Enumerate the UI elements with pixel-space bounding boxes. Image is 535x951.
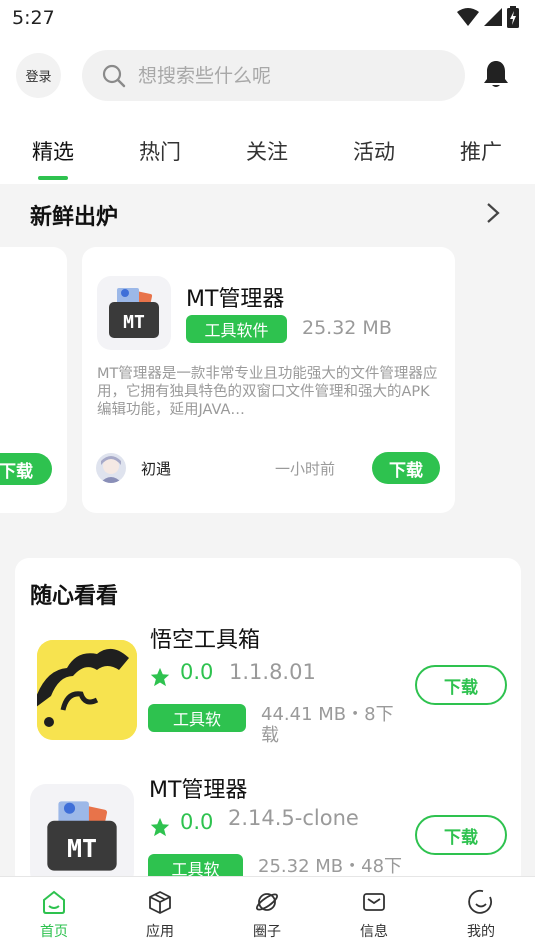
app-name[interactable]: MT管理器	[149, 772, 247, 804]
login-button[interactable]: 登录	[16, 53, 61, 98]
author-name[interactable]: 初遇	[141, 458, 171, 479]
mt-logo-icon: MT	[109, 288, 159, 338]
app-size: 44.41 MB・8下	[261, 704, 394, 725]
tab-following[interactable]: 关注	[246, 136, 288, 166]
active-tab-indicator	[38, 176, 68, 180]
tab-featured[interactable]: 精选	[32, 136, 74, 166]
app-version: 1.1.8.01	[229, 660, 316, 684]
nav-label: 应用	[146, 924, 174, 940]
nav-profile[interactable]: 我的	[451, 889, 511, 941]
app-card-mt-manager[interactable]: MT MT管理器 工具软件 25.32 MB MT管理器是一款非常专业且功能强大…	[82, 247, 455, 513]
rating-value: 0.0	[180, 660, 214, 684]
app-size-wrap: 载	[261, 725, 279, 746]
box-icon	[149, 891, 171, 914]
app-name: MT管理器	[186, 287, 285, 312]
tab-promotion[interactable]: 推广	[460, 136, 502, 166]
mail-icon	[363, 893, 385, 911]
download-button[interactable]: 下载	[0, 453, 52, 485]
nav-circle[interactable]: 圈子	[237, 889, 297, 941]
bottom-nav: 首页 应用 圈子 信息 我的	[0, 876, 535, 951]
nav-label: 我的	[467, 924, 495, 940]
app-icon[interactable]: MT	[30, 784, 134, 888]
signal-icon	[484, 8, 502, 26]
status-bar: 5:27	[0, 0, 535, 36]
nav-apps[interactable]: 应用	[130, 889, 190, 941]
category-tag: 工具软件	[186, 315, 287, 343]
search-icon	[102, 64, 126, 88]
mt-logo-icon: MT	[47, 801, 117, 871]
top-bar: 登录	[0, 48, 535, 102]
svg-text:MT: MT	[67, 834, 97, 863]
app-name[interactable]: 悟空工具箱	[150, 622, 260, 654]
download-button[interactable]: 下载	[415, 815, 507, 855]
tab-hot[interactable]: 热门	[139, 136, 181, 166]
nav-label: 信息	[360, 924, 388, 940]
nav-label: 圈子	[253, 924, 281, 940]
status-time: 5:27	[12, 7, 55, 29]
wukong-logo-icon	[37, 640, 137, 740]
app-size: 25.32 MB・48下	[258, 856, 403, 877]
search-input[interactable]	[138, 64, 438, 87]
nav-messages[interactable]: 信息	[344, 889, 404, 941]
app-description: MT管理器是一款非常专业且功能强大的文件管理器应用，它拥有独具特色的双窗口文件管…	[97, 366, 438, 418]
download-button[interactable]: 下载	[372, 452, 440, 484]
section-title-random: 随心看看	[30, 584, 119, 609]
app-card-previous[interactable]: 下载	[0, 247, 67, 513]
star-icon	[150, 667, 170, 687]
rating-value: 0.0	[180, 810, 214, 834]
publish-time: 一小时前	[275, 460, 336, 478]
chevron-right-icon[interactable]	[484, 201, 502, 225]
star-icon	[150, 817, 170, 837]
random-section: 随心看看 悟空工具箱 0.0 1.1.8.01 工具软 44.41 MB・8下 …	[15, 558, 521, 888]
bell-icon[interactable]	[480, 58, 512, 90]
app-icon[interactable]	[37, 640, 137, 740]
app-icon: MT	[97, 276, 171, 350]
avatar[interactable]	[96, 453, 126, 483]
tab-events[interactable]: 活动	[353, 136, 395, 166]
category-tag: 工具软	[148, 704, 246, 732]
smile-icon	[468, 889, 492, 914]
nav-label: 首页	[40, 924, 68, 940]
app-version: 2.14.5-clone	[228, 806, 359, 830]
home-icon	[43, 890, 65, 914]
status-icons	[457, 6, 519, 28]
search-box[interactable]	[82, 50, 465, 101]
category-tabs: 精选 热门 关注 活动 推广	[0, 128, 535, 184]
section-title-fresh: 新鲜出炉	[30, 205, 119, 230]
nav-home[interactable]: 首页	[24, 889, 84, 941]
wifi-icon	[457, 8, 479, 26]
battery-icon	[507, 6, 519, 28]
planet-icon	[256, 893, 278, 911]
download-button[interactable]: 下载	[415, 665, 507, 705]
svg-text:MT: MT	[123, 312, 145, 333]
app-size: 25.32 MB	[302, 317, 392, 339]
